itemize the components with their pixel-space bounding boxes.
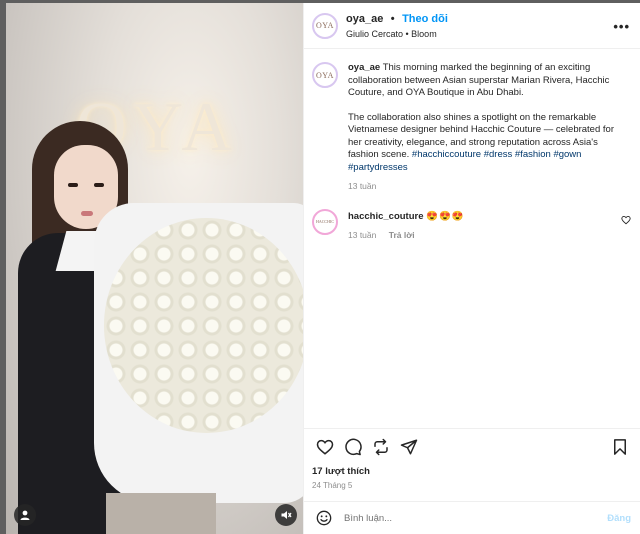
comment-username[interactable]: hacchic_couture	[348, 211, 424, 222]
post-sidebar: OYA oya_ae • Theo dõi Giulio Cercato • B…	[303, 3, 640, 534]
hashtag-link[interactable]: #partydresses	[348, 162, 408, 173]
screen-backdrop: OYA OYA oya_ae • Theo dõi Giulio Cercato…	[0, 0, 640, 534]
person-eye-right	[94, 183, 104, 187]
bookmark-icon	[614, 438, 626, 455]
rose-bouquet	[104, 218, 303, 433]
post-modal: OYA OYA oya_ae • Theo dõi Giulio Cercato…	[6, 3, 640, 534]
like-button[interactable]	[312, 434, 338, 460]
post-media[interactable]: OYA	[6, 3, 303, 534]
caption-avatar[interactable]: OYA	[312, 62, 338, 88]
more-options-button[interactable]: •••	[613, 19, 630, 34]
muted-speaker-icon	[281, 511, 292, 519]
person-eye-left	[68, 183, 78, 187]
hashtag-link[interactable]: #fashion	[515, 149, 551, 160]
post-comment-button[interactable]: Đăng	[607, 513, 631, 524]
comment-button[interactable]	[340, 434, 366, 460]
caption-username[interactable]: oya_ae	[348, 62, 380, 73]
person-lips	[81, 211, 93, 216]
hashtag-link[interactable]: #gown	[553, 149, 581, 160]
follow-button[interactable]: Theo dõi	[402, 13, 448, 25]
caption-text-1: This morning marked the beginning of an …	[348, 62, 610, 98]
comment-text: 😍😍😍	[426, 210, 465, 222]
share-button[interactable]	[396, 434, 422, 460]
emoji-icon	[316, 510, 332, 526]
comment-body: hacchic_couture 😍😍😍 13 tuần Trả lời	[348, 209, 628, 242]
caption-paragraph-2: The collaboration also shines a spotligh…	[348, 112, 628, 175]
post-header: OYA oya_ae • Theo dõi Giulio Cercato • B…	[304, 3, 640, 49]
comment-icon	[345, 438, 362, 455]
comments-list[interactable]: OYA oya_ae This morning marked the begin…	[304, 50, 640, 428]
emoji-button[interactable]	[314, 508, 334, 528]
header-text: oya_ae • Theo dõi Giulio Cercato • Bloom	[346, 10, 448, 42]
hashtag-link[interactable]: #dress	[484, 149, 513, 160]
like-count[interactable]: 17 lượt thích	[312, 466, 370, 477]
heart-icon	[316, 439, 334, 455]
user-tag-icon	[20, 510, 30, 520]
comment-row: HACCHIC hacchic_couture 😍😍😍 13 tuần Trả …	[304, 193, 640, 242]
repost-button[interactable]	[368, 434, 394, 460]
comment-timestamp[interactable]: 13 tuần	[348, 230, 376, 240]
header-username[interactable]: oya_ae	[346, 13, 383, 25]
comment-like-button[interactable]	[621, 215, 631, 228]
comment-input[interactable]	[344, 512, 608, 524]
avatar-logo-text: HACCHIC	[315, 219, 334, 224]
action-bar	[304, 428, 640, 464]
avatar-logo-text: OYA	[316, 70, 334, 80]
person-skirt	[106, 493, 216, 534]
caption-meta: 13 tuần	[348, 180, 628, 193]
caption-body: oya_ae This morning marked the beginning…	[348, 62, 628, 193]
save-button[interactable]	[607, 434, 633, 460]
audio-credit[interactable]: Giulio Cercato • Bloom	[346, 27, 448, 42]
repost-icon	[374, 438, 388, 455]
heart-icon	[621, 215, 631, 224]
user-tag-button[interactable]	[14, 504, 36, 526]
comment-avatar[interactable]: HACCHIC	[312, 208, 338, 235]
avatar-logo-text: OYA	[316, 21, 334, 30]
hashtag-link[interactable]: #hacchiccouture	[412, 149, 481, 160]
caption-timestamp[interactable]: 13 tuần	[348, 181, 376, 191]
comment-composer: Đăng	[304, 501, 640, 534]
mute-button[interactable]	[275, 504, 297, 526]
avatar[interactable]: OYA	[312, 12, 338, 39]
share-icon	[400, 439, 418, 454]
caption-paragraph-1: oya_ae This morning marked the beginning…	[348, 62, 628, 100]
header-separator: •	[390, 12, 395, 25]
reply-button[interactable]: Trả lời	[389, 230, 415, 240]
post-date: 24 Tháng 5	[312, 481, 353, 490]
comment-meta: 13 tuần Trả lời	[348, 229, 628, 242]
caption-row: OYA oya_ae This morning marked the begin…	[304, 50, 640, 193]
